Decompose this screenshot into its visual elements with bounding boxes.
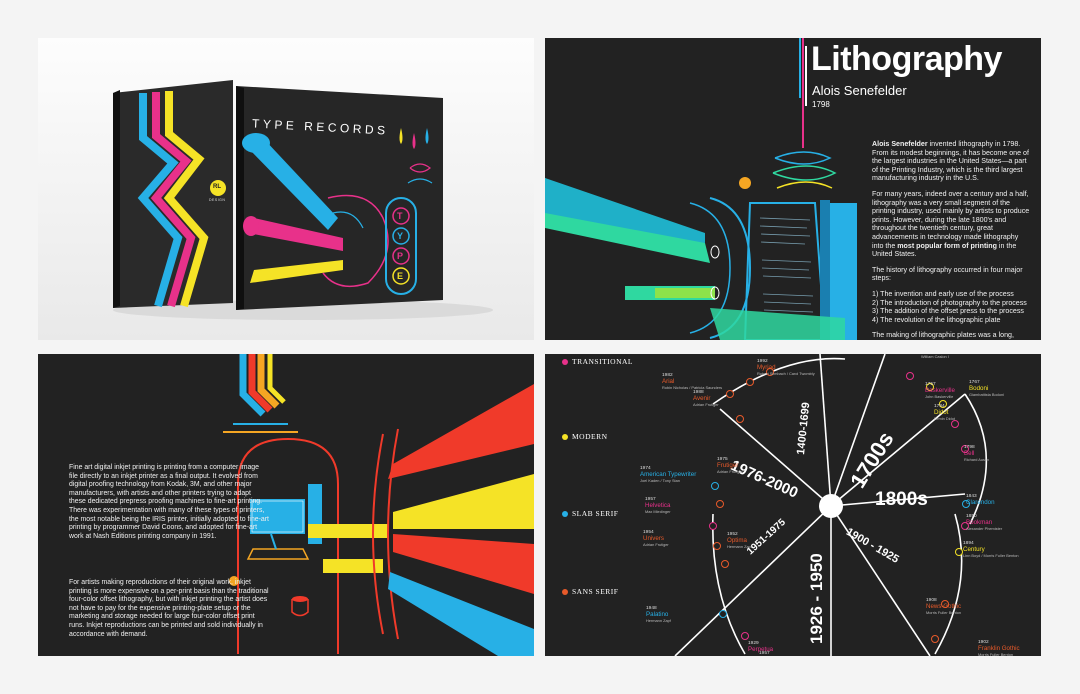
font-designer: Giambattista Bodoni <box>969 392 1005 397</box>
font-name: Bookman <box>966 519 993 526</box>
font-name: Bodoni <box>969 385 989 392</box>
lithography-body: Alois Senefelder invented lithography in… <box>872 140 1030 340</box>
era-1926-1950: 1926 - 1950 <box>807 553 826 644</box>
step-2: 2) The introduction of photography to th… <box>872 298 1027 307</box>
font-designer: Adrian Frutiger <box>693 402 719 407</box>
font-designer: Adrian Frutiger <box>717 469 743 474</box>
font-name: Baskerville <box>925 387 955 394</box>
font-name: Avenir <box>693 395 711 402</box>
font-name: Palatino <box>646 611 669 618</box>
step-4: 4) The revolution of the lithographic pl… <box>872 315 1001 324</box>
type-timeline-panel: TRANSITIONAL MODERN SLAB SERIF SANS SERI… <box>545 354 1041 656</box>
para4-text: The making of lithographic plates was a … <box>872 331 1014 340</box>
font-designer: Max Miedinger <box>645 509 671 514</box>
font-name: Frutiger <box>717 462 739 469</box>
cover-letter-p: P <box>397 251 404 261</box>
font-name: Optima <box>727 537 747 544</box>
font-name: Myriad <box>757 364 776 371</box>
cover-letter-y: Y <box>397 231 404 241</box>
font-designer: Morris Fuller Benton <box>926 610 962 615</box>
font-designer: Richard Austin <box>964 457 990 462</box>
font-designer: Morris Fuller Benton <box>978 652 1014 656</box>
font-name: Arial <box>662 378 675 385</box>
font-designer: Hermann Zapf <box>727 544 752 549</box>
font-designer: Linn Boyd / Morris Fuller Benton <box>963 553 1019 558</box>
font-year: 1957 <box>759 651 770 656</box>
para2-bold: most popular form of printing <box>897 241 997 250</box>
font-designer: Hermann Zapf <box>646 618 671 623</box>
top-author: William Caslon I <box>921 354 949 359</box>
category-transitional: TRANSITIONAL <box>572 357 633 366</box>
font-designer: Joel Kaden / Tony Stan <box>640 478 680 483</box>
font-name: Bell <box>964 450 975 457</box>
spine-text: DESIGN <box>209 198 226 202</box>
font-designer: Firmin Didot <box>934 416 955 421</box>
lithography-title: Lithography <box>811 40 1002 78</box>
inkjet-panel: Fine art digital inkjet printing is prin… <box>38 354 534 656</box>
cover-letter-e: E <box>397 271 404 281</box>
book-mockup-panel: TYPE RECORDS T Y P E RL DESIGN <box>38 38 534 340</box>
category-modern: MODERN <box>572 432 608 441</box>
font-name: Univers <box>643 535 664 542</box>
font-name: Didot <box>934 409 949 416</box>
font-name: American Typewriter <box>640 471 697 478</box>
font-designer: Adrian Frutiger <box>643 542 669 547</box>
font-name: Century <box>963 546 985 553</box>
step-1: 1) The invention and early use of the pr… <box>872 289 1014 298</box>
era-1800s: 1800s <box>875 489 928 510</box>
para1-bold: Alois Senefelder <box>872 140 928 148</box>
font-designer: Alexander Phemister <box>966 526 1003 531</box>
font-name: Clarendon <box>966 499 995 506</box>
title-rule <box>805 46 807 106</box>
font-designer: Robert Slimbach / Carol Twombly <box>757 371 815 376</box>
lithography-subtitle: Alois Senefelder <box>812 83 907 98</box>
lithography-panel: Lithography Alois Senefelder 1798 Alois … <box>545 38 1041 340</box>
para3-text: The history of lithography occurred in f… <box>872 265 1023 283</box>
step-3: 3) The addition of the offset press to t… <box>872 307 1024 316</box>
font-name: News Gothic <box>926 603 962 610</box>
inkjet-para-1: Fine art digital inkjet printing is prin… <box>69 464 269 540</box>
spine-logo: RL <box>213 184 221 190</box>
inkjet-para-2: For artists making reproductions of thei… <box>69 579 269 638</box>
cover-letter-t: T <box>397 211 403 221</box>
lithography-year: 1798 <box>812 100 830 109</box>
font-designer: John Baskerville <box>925 394 954 399</box>
category-slab-serif: SLAB SERIF <box>572 509 619 518</box>
font-name: Franklin Gothic <box>978 645 1020 652</box>
book-illustration <box>113 80 493 320</box>
font-name: Helvetica <box>645 502 671 509</box>
category-sans-serif: SANS SERIF <box>572 587 619 596</box>
